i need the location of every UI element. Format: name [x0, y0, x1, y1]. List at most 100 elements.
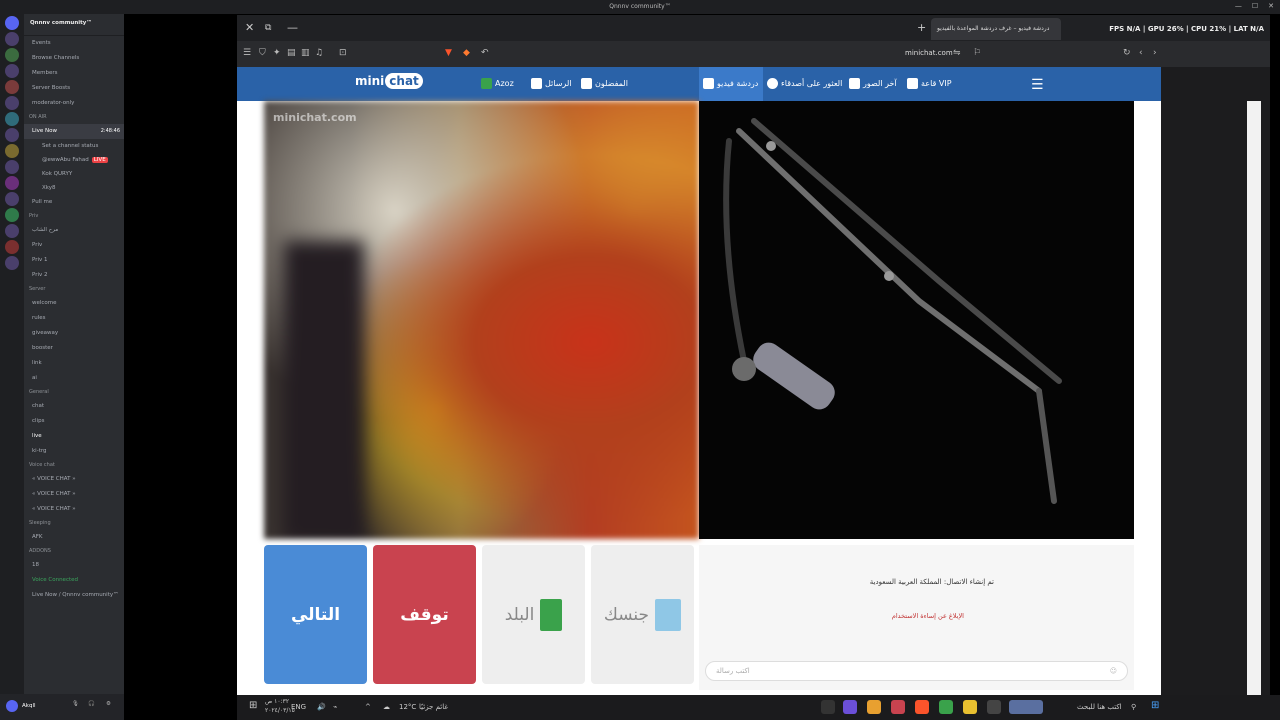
voice-user[interactable]: @ewwAbu Fahad LIVE	[24, 153, 124, 167]
voice-channel[interactable]: « VOICE CHAT »	[24, 502, 124, 517]
nav-messages[interactable]: الرسائل	[531, 78, 572, 89]
server-icon[interactable]	[5, 96, 19, 110]
channel-item[interactable]: Priv 1	[24, 253, 124, 268]
channel-item[interactable]: مرح الشاب	[24, 223, 124, 238]
brave-icon[interactable]	[915, 700, 929, 714]
server-icon[interactable]	[5, 192, 19, 206]
channel-item[interactable]: chat	[24, 399, 124, 414]
reload-icon[interactable]: ↻	[1123, 48, 1131, 58]
reader-icon[interactable]: ▤	[287, 48, 296, 58]
url-text[interactable]: minichat.com	[905, 49, 953, 57]
volume-icon[interactable]: 🔊	[317, 703, 326, 711]
category-general[interactable]: General	[24, 386, 124, 399]
channel-live-now[interactable]: Live Now 2:48:46	[24, 124, 124, 139]
tab-active[interactable]: دردشة فيديو – غرف دردشة المواعدة بالفيدي…	[931, 18, 1061, 40]
voice-user[interactable]: Xky8	[24, 181, 124, 195]
hamburger-icon[interactable]: ☰	[1031, 77, 1044, 93]
voice-user[interactable]: Kok QURYY	[24, 167, 124, 181]
channel-events[interactable]: Events	[24, 36, 124, 51]
channel-item[interactable]: live	[24, 429, 124, 444]
server-icon[interactable]	[5, 176, 19, 190]
voice-channel[interactable]: « VOICE CHAT »	[24, 487, 124, 502]
nav-profile[interactable]: Azoz	[481, 78, 514, 89]
server-icon[interactable]	[5, 144, 19, 158]
category-priv[interactable]: Priv	[24, 210, 124, 223]
channel-item[interactable]: ki-trg	[24, 444, 124, 459]
nav-search[interactable]: العثور على أصدقاء	[767, 78, 842, 89]
server-icon[interactable]	[5, 224, 19, 238]
channel-item[interactable]: 18	[24, 558, 124, 573]
app-icon[interactable]	[987, 700, 1001, 714]
next-button[interactable]: التالي	[264, 545, 367, 684]
channel-boosts[interactable]: Server Boosts	[24, 81, 124, 96]
music-icon[interactable]: ♫	[315, 48, 323, 58]
search-icon[interactable]: ⚲	[1131, 703, 1136, 711]
voice-channel[interactable]: « VOICE CHAT »	[24, 472, 124, 487]
shield-icon[interactable]: ⛉	[259, 48, 266, 58]
category-on-air[interactable]: ON AIR	[24, 111, 124, 124]
server-icon[interactable]	[5, 128, 19, 142]
page-scrollbar[interactable]	[1247, 101, 1261, 695]
emoji-icon[interactable]: ☺	[1110, 667, 1117, 675]
next-icon[interactable]: ›	[1153, 48, 1157, 58]
tray-chevron-icon[interactable]: ^	[365, 703, 371, 711]
category-addons[interactable]: ADDONS	[24, 545, 124, 558]
rewards-icon[interactable]: ◆	[463, 48, 470, 58]
channel-browse[interactable]: Browse Channels	[24, 51, 124, 66]
mic-icon[interactable]: 🎙	[72, 701, 79, 707]
server-name[interactable]: Qnnnv community™	[24, 14, 124, 36]
app-icon[interactable]	[939, 700, 953, 714]
channel-item[interactable]: Priv 2	[24, 268, 124, 283]
site-logo[interactable]: mini chat	[355, 73, 423, 89]
minimize-icon[interactable]: —	[287, 21, 298, 34]
gender-button[interactable]: جنسك	[591, 545, 694, 684]
back-icon[interactable]: ↶	[481, 48, 489, 58]
country-button[interactable]: البلد	[482, 545, 585, 684]
bookmark-icon[interactable]: ⚐	[973, 48, 981, 58]
channel-item[interactable]: ai	[24, 371, 124, 386]
channel-item[interactable]: welcome	[24, 296, 124, 311]
channel-status[interactable]: Set a channel status	[24, 139, 124, 153]
channel-item[interactable]: booster	[24, 341, 124, 356]
nav-video-chat[interactable]: دردشة فيديو	[703, 78, 758, 89]
channel-item[interactable]: Priv	[24, 238, 124, 253]
category-sleeping[interactable]: Sleeping	[24, 517, 124, 530]
windows-icon[interactable]: ⊞	[249, 700, 257, 711]
lang[interactable]: ENG	[291, 703, 306, 711]
avatar[interactable]	[6, 700, 18, 712]
folder-icon[interactable]	[963, 700, 977, 714]
channel-item[interactable]: clips	[24, 414, 124, 429]
menu-icon[interactable]: ☰	[243, 48, 251, 58]
server-icon[interactable]	[5, 64, 19, 78]
server-icon[interactable]	[5, 48, 19, 62]
report-link[interactable]: الإبلاغ عن إساءة الاستخدام	[892, 612, 964, 620]
wifi-icon[interactable]: ⌁	[333, 703, 337, 711]
server-icon[interactable]	[5, 80, 19, 94]
headphones-icon[interactable]: 🎧	[88, 701, 95, 707]
weather-temp[interactable]: 12°C	[399, 703, 416, 711]
voice-channel[interactable]: AFK	[24, 530, 124, 545]
server-icon[interactable]	[5, 16, 19, 30]
app-icon[interactable]	[843, 700, 857, 714]
app-icon[interactable]	[1009, 700, 1043, 714]
nav-photos[interactable]: آخر الصور	[849, 78, 897, 89]
taskbar-search[interactable]: اكتب هنا للبحث	[1077, 703, 1122, 711]
nav-favorites[interactable]: المفضلون	[581, 78, 628, 89]
tune-icon[interactable]: ⇋	[953, 48, 961, 58]
server-icon[interactable]	[5, 208, 19, 222]
stop-button[interactable]: توقف	[373, 545, 476, 684]
server-icon[interactable]	[5, 112, 19, 126]
tabs-icon[interactable]: ⧉	[265, 23, 271, 33]
sidebar-icon[interactable]: ▥	[301, 48, 310, 58]
channel-pull-me[interactable]: Pull me	[24, 195, 124, 210]
screenshot-icon[interactable]: ⊡	[339, 48, 347, 58]
close-icon[interactable]: ✕	[1268, 2, 1274, 10]
app-icon[interactable]	[867, 700, 881, 714]
server-icon[interactable]	[5, 240, 19, 254]
maximize-icon[interactable]: ☐	[1252, 2, 1258, 10]
start-icon[interactable]: ⊞	[1151, 700, 1159, 711]
channel-item[interactable]: link	[24, 356, 124, 371]
brave-icon[interactable]: ▼	[445, 48, 452, 58]
channel-item[interactable]: rules	[24, 311, 124, 326]
server-icon[interactable]	[5, 32, 19, 46]
